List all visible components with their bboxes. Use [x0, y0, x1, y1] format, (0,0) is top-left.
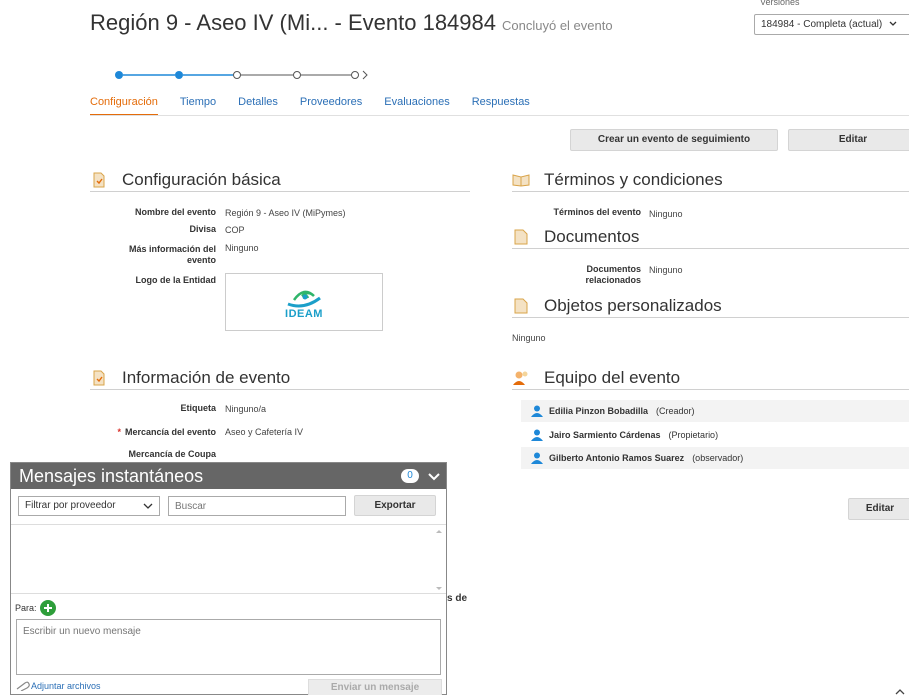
attach-files-link[interactable]: Adjuntar archivos [15, 681, 101, 691]
event-info-header: Información de evento [90, 366, 470, 390]
team-member-name: Edilia Pinzon Bobadilla [549, 406, 649, 416]
add-recipient-icon[interactable] [39, 600, 56, 616]
chat-title: Mensajes instantáneos [19, 465, 204, 486]
custom-objects-title: Objetos personalizados [544, 295, 722, 315]
tag-label: Etiqueta [180, 403, 216, 413]
tab-proveedores[interactable]: Proveedores [300, 96, 362, 116]
terms-title: Términos y condiciones [544, 169, 723, 189]
to-label: Para: [15, 603, 37, 613]
step-1-dot [115, 71, 123, 79]
new-message-textarea[interactable] [16, 619, 441, 675]
attach-label: Adjuntar archivos [31, 681, 101, 691]
team-member-name: Jairo Sarmiento Cárdenas [549, 430, 661, 440]
tab-tiempo[interactable]: Tiempo [180, 96, 216, 116]
ideam-logo-icon [287, 290, 321, 308]
tab-evaluaciones[interactable]: Evaluaciones [384, 96, 449, 116]
edit-button[interactable]: Editar [788, 129, 909, 151]
step-arrow-icon [362, 70, 368, 80]
chevron-down-icon[interactable] [426, 468, 442, 484]
custom-objects-value: Ninguno [512, 333, 546, 343]
more-info-label: Más información del evento [128, 244, 216, 265]
instant-messages-panel: Mensajes instantáneos 0 Filtrar por prov… [10, 462, 447, 695]
basic-config-title: Configuración básica [122, 169, 281, 189]
team-header: Equipo del evento [512, 366, 909, 390]
documents-title: Documentos [544, 226, 640, 246]
event-status: Concluyó el evento [502, 18, 613, 33]
scrollbar[interactable] [434, 528, 444, 592]
recipient-row: Para: [15, 600, 56, 616]
documents-value: Ninguno [649, 265, 683, 275]
logo-text: IDEAM [285, 308, 323, 320]
supplier-filter-select[interactable]: Filtrar por proveedor [18, 496, 160, 516]
document-icon [512, 228, 530, 246]
documents-label: Documentos relacionados [585, 264, 641, 285]
custom-objects-header: Objetos personalizados [512, 294, 909, 318]
team-member-role: (observador) [692, 453, 744, 463]
team-member-row: Jairo Sarmiento Cárdenas (Propietario) [521, 424, 909, 446]
event-name-label: Nombre del evento [134, 207, 216, 217]
terms-icon [512, 171, 530, 189]
user-icon [531, 405, 543, 417]
basic-config-header: Configuración básica [90, 168, 470, 192]
filter-label: Filtrar por proveedor [25, 500, 116, 511]
custom-object-icon [512, 297, 530, 315]
commodity-value: Aseo y Cafetería IV [225, 427, 304, 437]
currency-label: Divisa [189, 224, 216, 234]
event-name-value: Región 9 - Aseo IV (MiPymes) [225, 208, 346, 218]
team-icon [512, 369, 530, 387]
tab-bar: Configuración Tiempo Detalles Proveedore… [90, 96, 552, 116]
event-title: Región 9 - Aseo IV (Mi... - Evento 18498… [90, 10, 497, 35]
team-title: Equipo del evento [544, 367, 681, 387]
send-message-button[interactable]: Enviar un mensaje [308, 679, 442, 695]
terms-label: Términos del evento [553, 207, 641, 217]
documents-header: Documentos [512, 225, 909, 249]
user-icon [531, 452, 543, 464]
user-icon [531, 429, 543, 441]
step-5-dot [351, 71, 359, 79]
step-4-dot [293, 71, 301, 79]
team-member-name: Gilberto Antonio Ramos Suarez [549, 453, 685, 463]
team-member-row: Edilia Pinzon Bobadilla (Creador) [521, 400, 909, 422]
version-selected: 184984 - Completa (actual) [761, 19, 883, 30]
follow-up-event-button[interactable]: Crear un evento de seguimiento [570, 129, 778, 151]
required-asterisk: * [117, 427, 121, 437]
export-button[interactable]: Exportar [354, 495, 436, 516]
page-title: Región 9 - Aseo IV (Mi... - Evento 18498… [90, 10, 613, 36]
step-2-dot [175, 71, 183, 79]
tab-configuracion[interactable]: Configuración [90, 96, 158, 116]
tab-detalles[interactable]: Detalles [238, 96, 278, 116]
paperclip-icon [16, 681, 30, 691]
team-member-role: (Creador) [656, 406, 695, 416]
version-select[interactable]: 184984 - Completa (actual) [754, 14, 909, 35]
version-label: Versiones [760, 0, 800, 6]
message-list[interactable] [11, 524, 446, 594]
obscured-text: s de [447, 593, 468, 604]
event-info-title: Información de evento [122, 367, 291, 387]
chevron-down-icon [889, 21, 897, 27]
coupa-commodity-label: Mercancía de Coupa [128, 449, 216, 459]
info-page-icon [90, 369, 108, 387]
chat-header[interactable]: Mensajes instantáneos [11, 463, 446, 489]
tab-divider [90, 115, 909, 116]
message-count-badge: 0 [401, 469, 419, 483]
more-info-value: Ninguno [225, 243, 259, 253]
team-member-role: (Propietario) [668, 430, 719, 440]
commodity-label: * Mercancía del evento [117, 427, 216, 437]
entity-logo: IDEAM [225, 273, 383, 331]
config-page-icon [90, 171, 108, 189]
currency-value: COP [225, 225, 245, 235]
tag-value: Ninguno/a [225, 404, 267, 414]
team-member-row: Gilberto Antonio Ramos Suarez (observado… [521, 447, 909, 469]
progress-stepper [115, 70, 368, 80]
logo-label: Logo de la Entidad [135, 275, 217, 285]
chevron-down-icon [143, 503, 153, 509]
step-3-dot [233, 71, 241, 79]
tab-respuestas[interactable]: Respuestas [472, 96, 530, 116]
terms-value: Ninguno [649, 209, 683, 219]
terms-header: Términos y condiciones [512, 168, 909, 192]
caret-up-icon [895, 689, 905, 695]
edit-bottom-button[interactable]: Editar [848, 498, 909, 520]
search-input[interactable] [168, 496, 346, 516]
